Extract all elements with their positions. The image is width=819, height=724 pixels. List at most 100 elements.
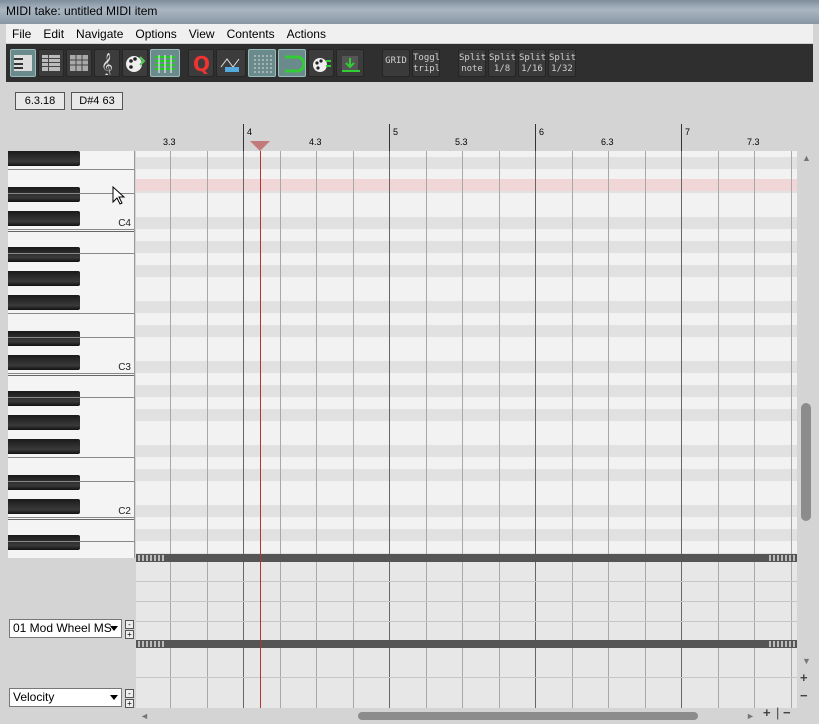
piano-roll-grid[interactable]: [136, 151, 797, 554]
piano-keyboard[interactable]: C4 C3 C2: [8, 151, 135, 558]
ruler-beat-label: 3.3: [163, 137, 176, 147]
velocity-lane[interactable]: [136, 648, 797, 708]
grid-lines-button[interactable]: [150, 49, 180, 77]
timeline-ruler[interactable]: 3.3 4 4.3 5 5.3 6 6.3 7 7.3: [136, 124, 797, 151]
split-note-button[interactable]: Split note: [458, 49, 486, 77]
cc-lane-guide: [136, 601, 797, 602]
menu-file[interactable]: File: [6, 24, 37, 44]
divider-grip-right[interactable]: [769, 641, 795, 647]
keyboard-view-button[interactable]: [10, 49, 36, 77]
ruler-bar-tick: [389, 124, 390, 151]
white-key-border: [8, 517, 134, 518]
divider-grip-left[interactable]: [138, 555, 164, 561]
pitch-row-dark: [136, 217, 797, 229]
white-key-border: [8, 229, 134, 230]
split-16-label-2: 1/16: [521, 64, 543, 74]
pitch-row-dark: [136, 301, 797, 313]
scroll-right-icon[interactable]: ►: [746, 711, 755, 721]
beat-line: [644, 648, 646, 708]
cc-lane-add-button[interactable]: +: [125, 630, 134, 639]
menu-navigate[interactable]: Navigate: [70, 24, 129, 44]
menu-contents[interactable]: Contents: [221, 24, 281, 44]
grid-button[interactable]: GRID: [382, 49, 410, 77]
divider-grip-right[interactable]: [769, 555, 795, 561]
bar-line: [243, 151, 244, 554]
envelope-icon: [220, 58, 240, 72]
beat-line: [279, 151, 281, 554]
ruler-bar-label: 4: [247, 127, 253, 137]
menu-edit[interactable]: Edit: [37, 24, 70, 44]
toggle-triplet-button[interactable]: Toggl tripl: [412, 49, 440, 77]
vertical-scroll-thumb[interactable]: [801, 403, 811, 521]
cc-lane-label: 01 Mod Wheel MS: [13, 621, 112, 635]
named-notes-button[interactable]: [38, 49, 64, 77]
velocity-lane-selector[interactable]: Velocity: [9, 688, 122, 707]
beat-line: [571, 648, 573, 708]
black-key: [8, 151, 80, 166]
beat-line: [462, 151, 463, 554]
bar-line: [389, 648, 390, 708]
ruler-beat-label: 5.3: [455, 137, 468, 147]
scroll-up-icon[interactable]: ▲: [802, 153, 811, 163]
horizontal-zoom-out-button[interactable]: −: [783, 705, 791, 720]
named-notes-icon: [42, 55, 60, 71]
pitch-row-dark: [136, 385, 797, 397]
split-eighth-button[interactable]: Split 1/8: [488, 49, 516, 77]
octave-border: [8, 519, 134, 520]
color-palette-button[interactable]: [122, 49, 148, 77]
color-palette-icon: [126, 56, 146, 72]
snap-grid-button[interactable]: [248, 49, 276, 77]
quantize-button[interactable]: Q: [188, 49, 214, 77]
step-input-button[interactable]: [336, 49, 364, 77]
toggle-label-1: Toggl: [413, 53, 441, 63]
black-key: [8, 331, 80, 346]
drum-grid-button[interactable]: [66, 49, 92, 77]
envelope-button[interactable]: [216, 49, 246, 77]
pitch-row-dark: [136, 529, 797, 541]
lane-divider-2[interactable]: [136, 640, 797, 648]
cc-lane-selector[interactable]: 01 Mod Wheel MS: [9, 619, 122, 638]
ruler-bar-tick: [681, 124, 682, 151]
split-thirtysecond-button[interactable]: Split 1/32: [548, 49, 576, 77]
white-key-border: [8, 313, 134, 314]
playhead-line: [260, 151, 261, 708]
svg-text:Q: Q: [193, 53, 210, 75]
black-key: [8, 187, 80, 202]
beat-line: [316, 648, 317, 708]
color-map-button[interactable]: [308, 49, 334, 77]
horizontal-zoom-in-button[interactable]: +: [763, 705, 771, 720]
bar-line: [389, 151, 390, 554]
beat-line: [206, 151, 208, 554]
cc-lane-remove-button[interactable]: -: [125, 620, 134, 629]
svg-text:𝄞: 𝄞: [101, 53, 113, 75]
divider-grip-left[interactable]: [138, 641, 164, 647]
beat-line: [462, 648, 463, 708]
beat-line: [498, 648, 500, 708]
vertical-zoom-out-button[interactable]: −: [800, 688, 808, 703]
cc-lane-guide: [136, 581, 797, 582]
notation-button[interactable]: 𝄞: [94, 49, 120, 77]
scroll-left-icon[interactable]: ◄: [140, 711, 149, 721]
ruler-bar-label: 5: [393, 127, 399, 137]
menu-actions[interactable]: Actions: [281, 24, 332, 44]
playhead-marker-icon[interactable]: [250, 141, 270, 151]
horizontal-scrollbar[interactable]: ◄ ►: [136, 708, 761, 724]
bar-line: [243, 648, 244, 708]
scroll-down-icon[interactable]: ▼: [802, 656, 811, 666]
vertical-zoom-in-button[interactable]: +: [800, 670, 808, 685]
horizontal-scroll-thumb[interactable]: [358, 712, 698, 720]
step-input-icon: [342, 56, 360, 72]
menu-view[interactable]: View: [183, 24, 221, 44]
menu-options[interactable]: Options: [129, 24, 182, 44]
split-sixteenth-button[interactable]: Split 1/16: [518, 49, 546, 77]
vertical-scrollbar[interactable]: ▲ ▼: [799, 151, 813, 671]
lane-divider-1[interactable]: [136, 554, 797, 562]
bar-line: [535, 648, 536, 708]
velocity-lane-add-button[interactable]: +: [125, 699, 134, 708]
loop-button[interactable]: [278, 49, 306, 77]
beat-line: [717, 648, 719, 708]
beat-line: [790, 151, 792, 554]
velocity-lane-remove-button[interactable]: -: [125, 689, 134, 698]
cc-lane[interactable]: [136, 562, 797, 640]
pitch-row-dark: [136, 505, 797, 517]
